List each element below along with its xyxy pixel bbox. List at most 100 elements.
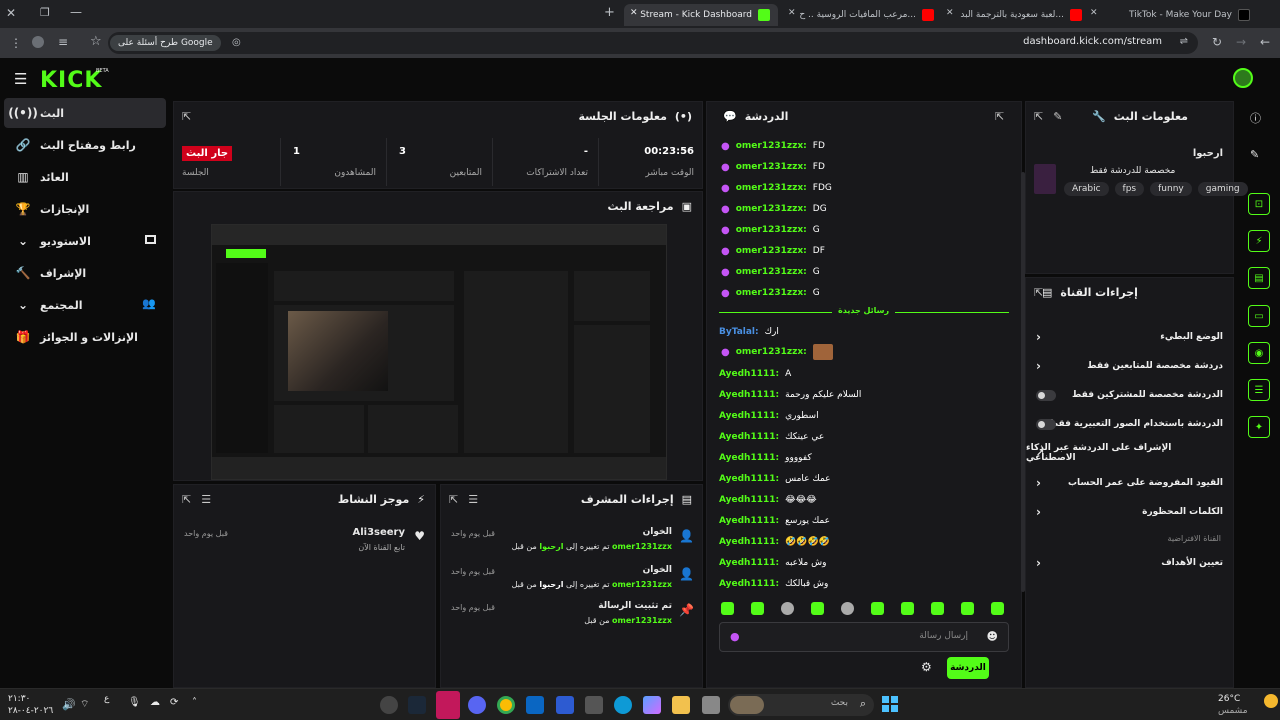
tag[interactable]: fps: [1114, 182, 1145, 196]
popout-icon[interactable]: ⇱: [995, 110, 1004, 123]
gear-icon[interactable]: ⚙: [921, 660, 932, 674]
rail-chat-icon[interactable]: ▭: [1248, 305, 1270, 327]
info-icon[interactable]: ⓘ: [1250, 110, 1261, 126]
edit-pencil-icon[interactable]: ✎: [1250, 148, 1259, 161]
user-avatar[interactable]: [1233, 68, 1253, 88]
app-icon[interactable]: [380, 696, 398, 714]
mic-tray-icon[interactable]: 🎙: [128, 697, 141, 708]
close-tab-icon[interactable]: ✕: [788, 8, 796, 18]
hamburger-menu-icon[interactable]: ☰: [14, 70, 27, 88]
tag[interactable]: Arabic: [1064, 182, 1109, 196]
filter-icon[interactable]: ☰: [201, 493, 211, 506]
tab-tiktok[interactable]: TikTok - Make Your Day: [1100, 4, 1258, 26]
reload-icon[interactable]: ↻: [1212, 35, 1222, 49]
copilot-icon[interactable]: [643, 696, 661, 714]
clock[interactable]: ٢١:٣٠ ٢٠٢٦-٠٤-٢٨: [8, 693, 53, 717]
steam-icon[interactable]: [408, 696, 426, 714]
omnibox[interactable]: طرح أسئلة على Google ◎ dashboard.kick.co…: [108, 32, 1198, 54]
emote-icon[interactable]: [991, 602, 1004, 615]
weather-widget[interactable]: 26°C مشمس: [1218, 693, 1248, 717]
kick-logo[interactable]: KICK: [40, 68, 102, 93]
banned-words-row[interactable]: › الكلمات المحظورة: [1026, 501, 1233, 523]
popout-icon[interactable]: ⇱: [182, 493, 191, 506]
emote-icon[interactable]: [901, 602, 914, 615]
tag[interactable]: funny: [1150, 182, 1192, 196]
rail-clipboard-icon[interactable]: ▤: [1248, 267, 1270, 289]
wifi-icon[interactable]: ⌔: [80, 698, 89, 711]
sidebar-item-moderation[interactable]: 🔨 الإشراف: [4, 258, 166, 288]
close-tab-icon[interactable]: ✕: [630, 8, 638, 18]
rail-server-icon[interactable]: ☰: [1248, 379, 1270, 401]
back-icon[interactable]: ←: [1260, 35, 1270, 49]
emote-icon[interactable]: [961, 602, 974, 615]
chrome-icon[interactable]: [497, 696, 515, 714]
account-age-row[interactable]: › القيود المفروضة على عمر الحساب: [1026, 472, 1233, 494]
app-icon[interactable]: [556, 696, 574, 714]
popout-icon[interactable]: ⇱: [1034, 110, 1043, 123]
rail-broadcast-icon[interactable]: ◉: [1248, 342, 1270, 364]
menu-dots-icon[interactable]: ⋮: [10, 36, 22, 50]
volume-icon[interactable]: 🔊: [62, 698, 76, 711]
sidebar-item-achievements[interactable]: 🏆 الإنجازات: [4, 194, 166, 224]
popout-icon[interactable]: ⇱: [182, 110, 191, 123]
tab-kick[interactable]: Stream - Kick Dashboard: [624, 4, 778, 26]
file-explorer-icon[interactable]: [672, 696, 690, 714]
lens-icon[interactable]: ◎: [232, 37, 241, 48]
discord-icon[interactable]: [468, 696, 486, 714]
tag[interactable]: gaming: [1197, 182, 1248, 196]
bookmark-star-icon[interactable]: ☆: [90, 34, 102, 49]
site-settings-icon[interactable]: ⇌: [1180, 36, 1188, 47]
sidebar-item-studio[interactable]: ⌄ الاستوديو: [4, 226, 166, 256]
popout-icon[interactable]: ⇱: [449, 493, 458, 506]
emote-icon[interactable]: [751, 602, 764, 615]
url-text[interactable]: dashboard.kick.com/stream: [1023, 36, 1162, 47]
close-tab-icon[interactable]: ✕: [946, 8, 954, 18]
smiley-icon[interactable]: ☻: [987, 630, 998, 643]
tab-youtube-1[interactable]: (194) لعبة سعودية بالترجمة البد...: [958, 4, 1090, 26]
send-chat-button[interactable]: الدردشة: [947, 657, 989, 679]
edge-icon[interactable]: [614, 696, 632, 714]
set-goals-row[interactable]: › تعيين الأهداف: [1026, 552, 1233, 574]
filter-icon[interactable]: ☰: [468, 493, 478, 506]
forward-icon[interactable]: →: [1236, 35, 1246, 49]
ai-moderation-row[interactable]: ↗ الإشراف على الدردشة عبر الذكاء الاصطناع…: [1026, 442, 1233, 464]
restore-icon[interactable]: ❐: [40, 6, 50, 19]
sidebar-item-revenue[interactable]: ▥ العائد: [4, 162, 166, 192]
rail-wrench-icon[interactable]: ✦: [1248, 416, 1270, 438]
sidebar-item-drops[interactable]: 🎁 الإنزالات و الجوائز: [4, 322, 166, 352]
rail-bolt-icon[interactable]: ⚡: [1248, 230, 1270, 252]
followers-only-row[interactable]: › دردشة مخصصة للمتابعين فقط: [1026, 355, 1233, 377]
minimize-icon[interactable]: ✕: [6, 6, 16, 20]
language-indicator[interactable]: ع: [104, 694, 109, 704]
windows-start-icon[interactable]: [882, 696, 898, 712]
slow-mode-row[interactable]: › الوضع البطيء: [1026, 326, 1233, 348]
emote-icon[interactable]: [721, 602, 734, 615]
sidebar-item-stream[interactable]: ((•)) البث: [4, 98, 166, 128]
sidebar-item-community[interactable]: ⌄ المجتمع 👥: [4, 290, 166, 320]
outlook-icon[interactable]: [526, 696, 544, 714]
profile-icon[interactable]: [32, 36, 44, 48]
subscribers-only-toggle[interactable]: [1036, 390, 1056, 401]
extensions-icon[interactable]: ≡: [58, 35, 68, 49]
close-tab-icon[interactable]: ✕: [1090, 8, 1098, 18]
emote-icon[interactable]: [811, 602, 824, 615]
taskbar-search[interactable]: بحث ⌕: [728, 694, 874, 716]
task-view-icon[interactable]: [702, 696, 720, 714]
store-icon[interactable]: [585, 696, 603, 714]
stream-video[interactable]: [211, 224, 667, 480]
active-app-icon[interactable]: [436, 691, 460, 719]
emote-icon[interactable]: [841, 602, 854, 615]
rail-clip-icon[interactable]: ⊡: [1248, 193, 1270, 215]
emote-icon[interactable]: [781, 602, 794, 615]
emote-icon[interactable]: [871, 602, 884, 615]
sync-icon[interactable]: ⟳: [170, 697, 178, 708]
emotes-only-toggle[interactable]: [1036, 419, 1056, 430]
new-tab-icon[interactable]: +: [604, 5, 615, 20]
cloud-icon[interactable]: ☁: [150, 697, 160, 708]
emote-icon[interactable]: [931, 602, 944, 615]
tab-youtube-2[interactable]: (194) مرعب المافيات الروسية .. ح...: [800, 4, 942, 26]
sidebar-item-stream-key[interactable]: 🔗 رابط ومفتاح البث: [4, 130, 166, 160]
chat-input[interactable]: ● إرسال رسالة ☻: [719, 622, 1009, 652]
window-minimize-icon[interactable]: —: [70, 5, 82, 19]
google-ask-chip[interactable]: طرح أسئلة على Google: [110, 35, 221, 51]
